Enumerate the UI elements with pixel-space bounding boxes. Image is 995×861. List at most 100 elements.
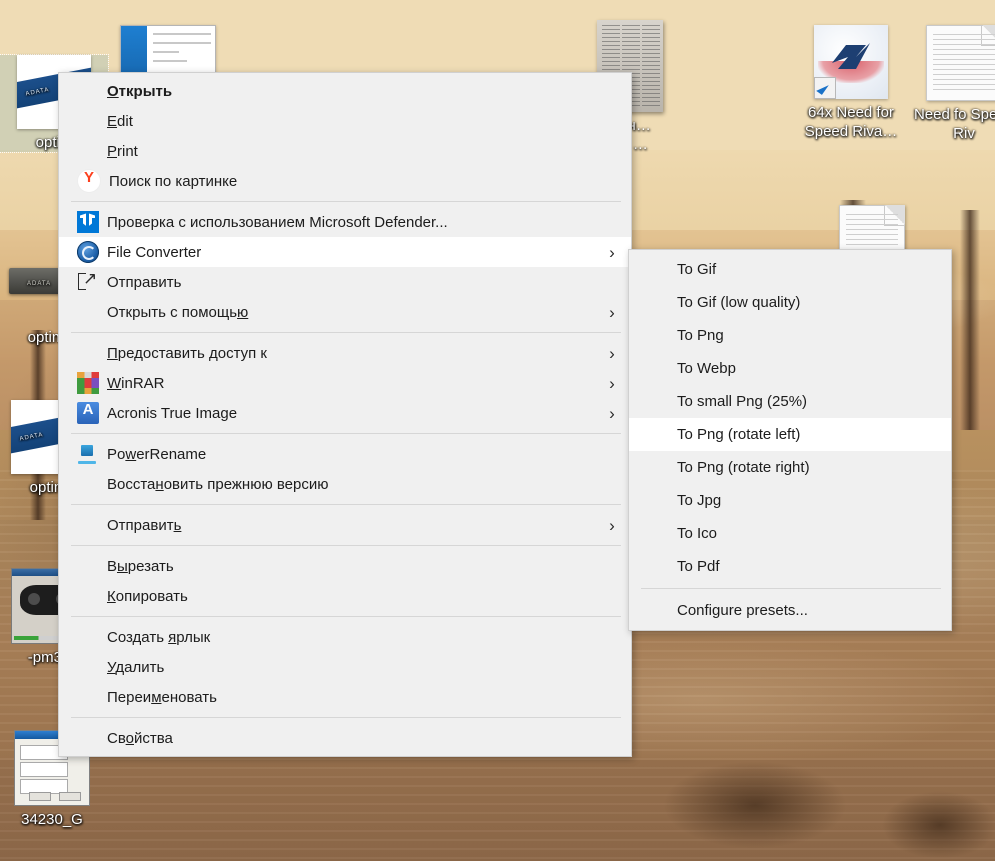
share-icon: [77, 269, 99, 293]
winrar-icon: [77, 372, 99, 394]
menu-item-label: Открыть: [107, 82, 173, 100]
acronis-icon: [77, 401, 99, 424]
menu-item-label: Создать ярлык: [107, 628, 211, 646]
menu-item-свойства[interactable]: Свойства: [59, 723, 631, 753]
wallpaper-reeds: [880, 790, 995, 860]
menu-item-восстановить-прежнюю-версию[interactable]: Восстановить прежнюю версию: [59, 469, 631, 499]
menu-item-вырезать[interactable]: Вырезать: [59, 551, 631, 581]
menu-item-label: Print: [107, 142, 138, 160]
no-icon: [77, 342, 99, 364]
chevron-right-icon: ›: [609, 242, 615, 262]
menu-item-file-converter[interactable]: File Converter ›: [59, 237, 631, 267]
menu-item-edit[interactable]: Edit: [59, 106, 631, 136]
no-icon: [77, 585, 99, 607]
no-icon: [77, 110, 99, 132]
menu-item-предоставить-доступ-к[interactable]: Предоставить доступ к ›: [59, 338, 631, 368]
menu-item-label: To Ico: [677, 525, 718, 542]
menu-item-поиск-по-картинке[interactable]: Поиск по картинке: [59, 166, 631, 196]
menu-item-powerrename[interactable]: PowerRename: [59, 439, 631, 469]
menu-item-to-gif[interactable]: To Gif: [629, 253, 951, 286]
menu-item-открыть-с-помощью[interactable]: Открыть с помощью ›: [59, 297, 631, 327]
no-icon: [77, 626, 99, 648]
desktop-icon-label: Need fo Speed Riv: [913, 106, 995, 142]
menu-item-label: Восстановить прежнюю версию: [107, 475, 329, 493]
menu-item-label: To Gif: [677, 261, 717, 278]
menu-item-label: Проверка с использованием Microsoft Defe…: [107, 213, 448, 231]
menu-item-acronis-true-image[interactable]: Acronis True Image ›: [59, 398, 631, 428]
chevron-right-icon: ›: [609, 302, 615, 322]
menu-item-label: WinRAR: [107, 374, 165, 392]
shortcut-overlay-icon: [814, 77, 836, 99]
menu-item-print[interactable]: Print: [59, 136, 631, 166]
menu-item-label: Отправить: [107, 516, 182, 534]
menu-item-to-ico[interactable]: To Ico: [629, 517, 951, 550]
no-icon: [77, 473, 99, 495]
menu-separator: [71, 504, 621, 505]
desktop-icon-label: 64x Need for Speed Riva…: [804, 104, 898, 140]
menu-item-to-png-rotate-right[interactable]: To Png (rotate right): [629, 451, 951, 484]
no-icon: [77, 140, 99, 162]
menu-item-to-small-png-25[interactable]: To small Png (25%): [629, 385, 951, 418]
menu-item-label: Отправить: [107, 273, 182, 291]
menu-item-создать-ярлык[interactable]: Создать ярлык: [59, 622, 631, 652]
menu-item-label: Копировать: [107, 587, 188, 605]
menu-item-label: To small Png (25%): [677, 393, 808, 410]
chevron-right-icon: ›: [609, 515, 615, 535]
menu-item-to-pdf[interactable]: To Pdf: [629, 550, 951, 583]
desktop-icon-label: 34230_G: [21, 811, 83, 828]
desktop-icon-nfs-doc[interactable]: Need fo Speed Riv: [910, 25, 995, 143]
explorer-window-icon: [120, 25, 216, 77]
wallpaper-reeds: [660, 760, 850, 850]
menu-item-проверка-с-использованием-microsoft-defe[interactable]: Проверка с использованием Microsoft Defe…: [59, 207, 631, 237]
menu-item-отправить[interactable]: Отправить: [59, 267, 631, 297]
menu-item-to-webp[interactable]: To Webp: [629, 352, 951, 385]
menu-item-configure-presets[interactable]: Configure presets...: [629, 594, 951, 627]
menu-separator: [641, 588, 941, 589]
no-icon: [77, 555, 99, 577]
menu-item-label: To Gif (low quality): [677, 294, 801, 311]
menu-item-label: Свойства: [107, 729, 173, 747]
menu-item-label: To Png (rotate left): [677, 426, 801, 443]
powerrename-icon: [77, 443, 99, 465]
menu-separator: [71, 545, 621, 546]
no-icon: [77, 301, 99, 323]
menu-item-удалить[interactable]: Удалить: [59, 652, 631, 682]
file-converter-submenu[interactable]: To Gif To Gif (low quality) To Png To Webp T…: [628, 249, 952, 631]
menu-item-to-jpg[interactable]: To Jpg: [629, 484, 951, 517]
menu-separator: [71, 616, 621, 617]
menu-item-label: Удалить: [107, 658, 165, 676]
chevron-right-icon: ›: [609, 343, 615, 363]
menu-item-отправить[interactable]: Отправить ›: [59, 510, 631, 540]
menu-item-label: PowerRename: [107, 445, 207, 463]
desktop-icon-nfs-shortcut[interactable]: 64x Need for Speed Riva…: [797, 25, 905, 141]
menu-item-label: To Png (rotate right): [677, 459, 810, 476]
nfs-logo-icon: [832, 43, 870, 69]
menu-separator: [71, 201, 621, 202]
yandex-icon: [77, 169, 101, 193]
menu-item-winrar[interactable]: WinRAR ›: [59, 368, 631, 398]
menu-item-label: To Pdf: [677, 558, 720, 575]
menu-item-label: Открыть с помощью: [107, 303, 249, 321]
menu-item-to-png-rotate-left[interactable]: To Png (rotate left): [629, 418, 951, 451]
menu-separator: [71, 433, 621, 434]
menu-item-открыть[interactable]: Открыть: [59, 76, 631, 106]
defender-shield-icon: [77, 211, 99, 233]
menu-separator: [71, 332, 621, 333]
menu-item-label: Configure presets...: [677, 602, 808, 619]
menu-item-переименовать[interactable]: Переименовать: [59, 682, 631, 712]
menu-item-label: Edit: [107, 112, 133, 130]
menu-item-копировать[interactable]: Копировать: [59, 581, 631, 611]
chevron-right-icon: ›: [609, 403, 615, 423]
file-context-menu[interactable]: Открыть Edit Print Поиск по картинке Проверк…: [58, 72, 632, 757]
menu-item-label: Вырезать: [107, 557, 174, 575]
menu-item-label: Acronis True Image: [107, 404, 238, 422]
menu-item-label: Переименовать: [107, 688, 217, 706]
nfs-shortcut-icon: [814, 25, 888, 99]
file-converter-icon: [77, 241, 99, 263]
desktop-screen: optim optim optim -pm3b 34230_G: [0, 0, 995, 861]
document-icon: [926, 25, 995, 101]
no-icon: [77, 727, 99, 749]
menu-item-to-png[interactable]: To Png: [629, 319, 951, 352]
menu-separator: [71, 717, 621, 718]
menu-item-to-gif-low-quality[interactable]: To Gif (low quality): [629, 286, 951, 319]
